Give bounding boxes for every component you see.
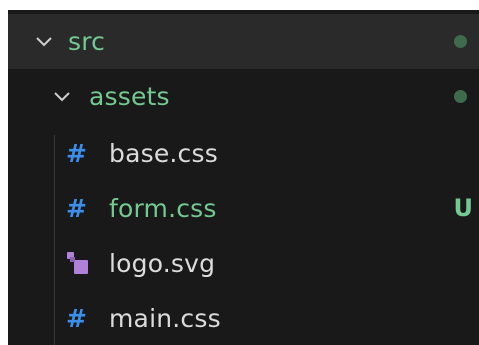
tree-item-base-css[interactable]: # base.css — [8, 126, 479, 181]
css-file-icon: # — [66, 304, 87, 333]
tree-item-main-css[interactable]: # main.css — [8, 291, 479, 345]
chevron-down-icon[interactable] — [52, 87, 72, 107]
tree-item-assets[interactable]: assets — [8, 69, 479, 124]
css-file-icon: # — [66, 139, 87, 168]
file-label: logo.svg — [109, 249, 216, 278]
file-explorer: src assets # base.css # form.css U logo.… — [8, 10, 479, 345]
svg-file-icon — [66, 251, 90, 277]
file-label: base.css — [109, 139, 218, 168]
css-file-icon: # — [66, 194, 87, 223]
tree-item-src[interactable]: src — [8, 14, 479, 69]
git-untracked-badge: U — [453, 194, 474, 222]
file-label: form.css — [109, 194, 217, 223]
git-modified-dot-icon — [454, 90, 467, 103]
git-modified-dot-icon — [454, 35, 467, 48]
folder-label: assets — [89, 82, 170, 111]
folder-label: src — [68, 27, 106, 56]
tree-item-logo-svg[interactable]: logo.svg — [8, 236, 479, 291]
tree-item-form-css[interactable]: # form.css U — [8, 181, 479, 236]
chevron-down-icon[interactable] — [34, 32, 54, 52]
file-label: main.css — [109, 304, 221, 333]
